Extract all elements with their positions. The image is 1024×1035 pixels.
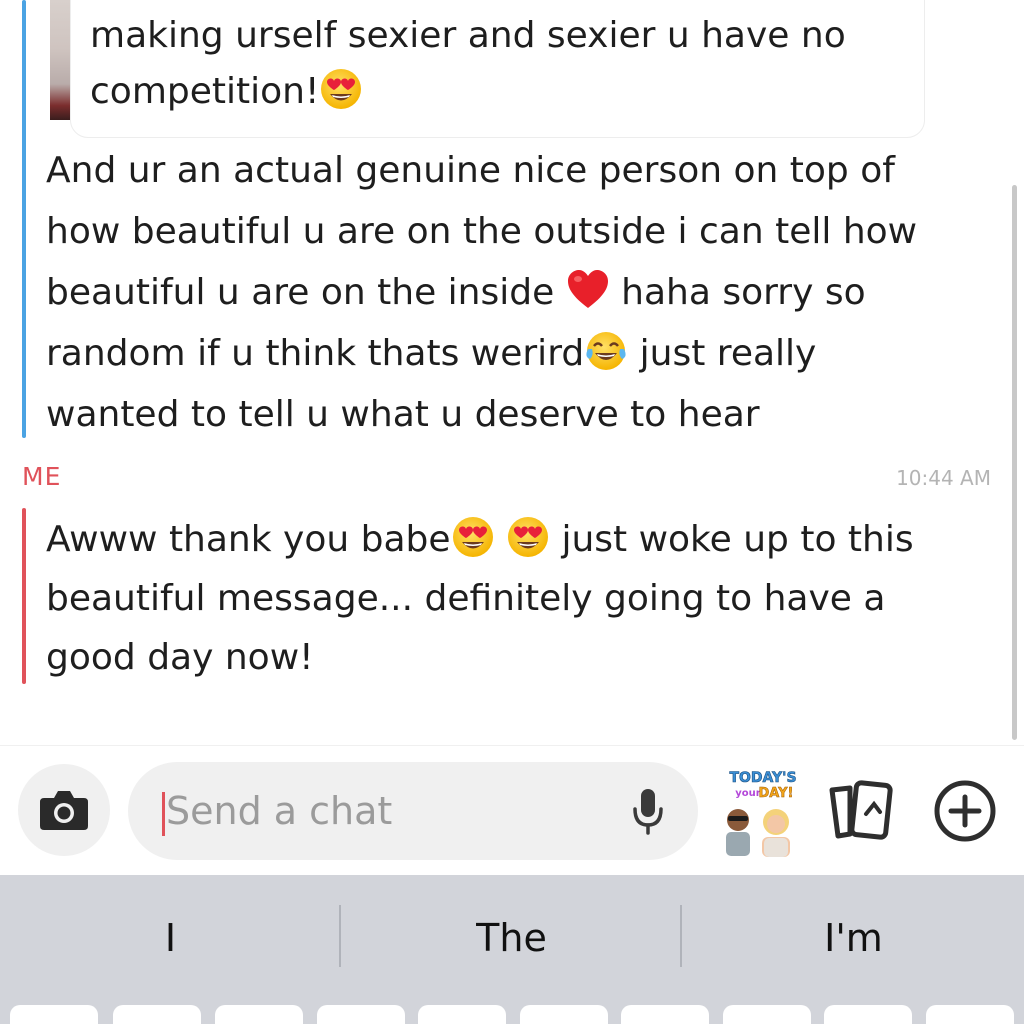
outgoing-line: good day now! bbox=[46, 637, 314, 678]
plus-circle-icon bbox=[934, 780, 996, 842]
compose-bar: Send a chat TODAY'S your DAY! bbox=[0, 745, 1024, 876]
outgoing-text: Awww thank you babe bbox=[46, 519, 451, 560]
microphone-button[interactable] bbox=[628, 786, 668, 838]
outgoing-message[interactable]: Awww thank you babe just woke up to this… bbox=[46, 510, 991, 687]
keyboard-suggestion[interactable]: I'm bbox=[683, 875, 1024, 1000]
heart-eyes-emoji-icon bbox=[508, 517, 548, 557]
camera-button[interactable] bbox=[18, 764, 110, 856]
camera-icon bbox=[40, 791, 88, 830]
cards-button[interactable] bbox=[826, 778, 896, 844]
incoming-text: just really bbox=[639, 333, 817, 374]
keyboard-key[interactable] bbox=[317, 1005, 405, 1035]
quoted-media-thumbnail[interactable] bbox=[50, 0, 70, 120]
sticker-text-top: TODAY'S bbox=[729, 770, 796, 786]
keyboard-key[interactable] bbox=[824, 1005, 912, 1035]
incoming-line: And ur an actual genuine nice person on … bbox=[46, 150, 895, 191]
keyboard-key[interactable] bbox=[926, 1005, 1014, 1035]
sticker-text-mid: your bbox=[735, 788, 761, 799]
sticker-text-bottom: DAY! bbox=[759, 786, 794, 801]
incoming-line: how beautiful u are on the outside i can… bbox=[46, 211, 918, 252]
message-timestamp: 10:44 AM bbox=[896, 466, 991, 490]
quoted-message-text: making urself sexier and sexier u have n… bbox=[90, 15, 846, 112]
keyboard-key[interactable] bbox=[215, 1005, 303, 1035]
outgoing-line: Awww thank you babe just woke up to this bbox=[46, 510, 991, 569]
incoming-message[interactable]: And ur an actual genuine nice person on … bbox=[46, 140, 991, 445]
cards-icon bbox=[829, 780, 893, 840]
chat-scrollbar[interactable] bbox=[1012, 185, 1017, 740]
keyboard-key[interactable] bbox=[621, 1005, 709, 1035]
incoming-message-bar bbox=[22, 0, 26, 438]
bitmoji-sticker-icon: TODAY'S your DAY! bbox=[726, 770, 797, 857]
outgoing-line: beautiful message... definitely going to… bbox=[46, 578, 886, 619]
keyboard-key[interactable] bbox=[113, 1005, 201, 1035]
incoming-line: beautiful u are on the inside haha sorry… bbox=[46, 262, 991, 323]
keyboard-suggestion[interactable]: The bbox=[341, 875, 682, 1000]
incoming-text: haha sorry so bbox=[621, 272, 866, 313]
chat-input-placeholder: Send a chat bbox=[166, 789, 393, 833]
outgoing-message-bar bbox=[22, 508, 26, 684]
text-cursor bbox=[162, 792, 165, 836]
keyboard-key[interactable] bbox=[10, 1005, 98, 1035]
microphone-icon bbox=[633, 789, 663, 835]
chat-input[interactable]: Send a chat bbox=[128, 762, 698, 860]
keyboard: I The I'm bbox=[0, 875, 1024, 1024]
outgoing-text: just woke up to this bbox=[561, 519, 914, 560]
keyboard-key[interactable] bbox=[723, 1005, 811, 1035]
suggestion-divider bbox=[680, 905, 682, 967]
heart-eyes-emoji-icon bbox=[452, 517, 493, 557]
red-heart-emoji-icon bbox=[567, 270, 608, 308]
heart-eyes-emoji-icon bbox=[321, 69, 362, 109]
tears-of-joy-emoji-icon bbox=[585, 330, 628, 372]
keyboard-key[interactable] bbox=[418, 1005, 506, 1035]
incoming-text: beautiful u are on the inside bbox=[46, 272, 555, 313]
incoming-line: wanted to tell u what u deserve to hear bbox=[46, 394, 760, 435]
add-button[interactable] bbox=[932, 778, 998, 844]
chat-area[interactable]: making urself sexier and sexier u have n… bbox=[0, 0, 1024, 745]
sender-label: ME bbox=[22, 462, 62, 491]
keyboard-suggestion[interactable]: I bbox=[0, 875, 341, 1000]
keyboard-key[interactable] bbox=[520, 1005, 608, 1035]
bitmoji-sticker-button[interactable]: TODAY'S your DAY! bbox=[718, 764, 808, 858]
incoming-text: random if u think thats werird bbox=[46, 333, 585, 374]
incoming-line: random if u think thats werird just real… bbox=[46, 323, 991, 384]
quoted-message: making urself sexier and sexier u have n… bbox=[90, 8, 910, 120]
